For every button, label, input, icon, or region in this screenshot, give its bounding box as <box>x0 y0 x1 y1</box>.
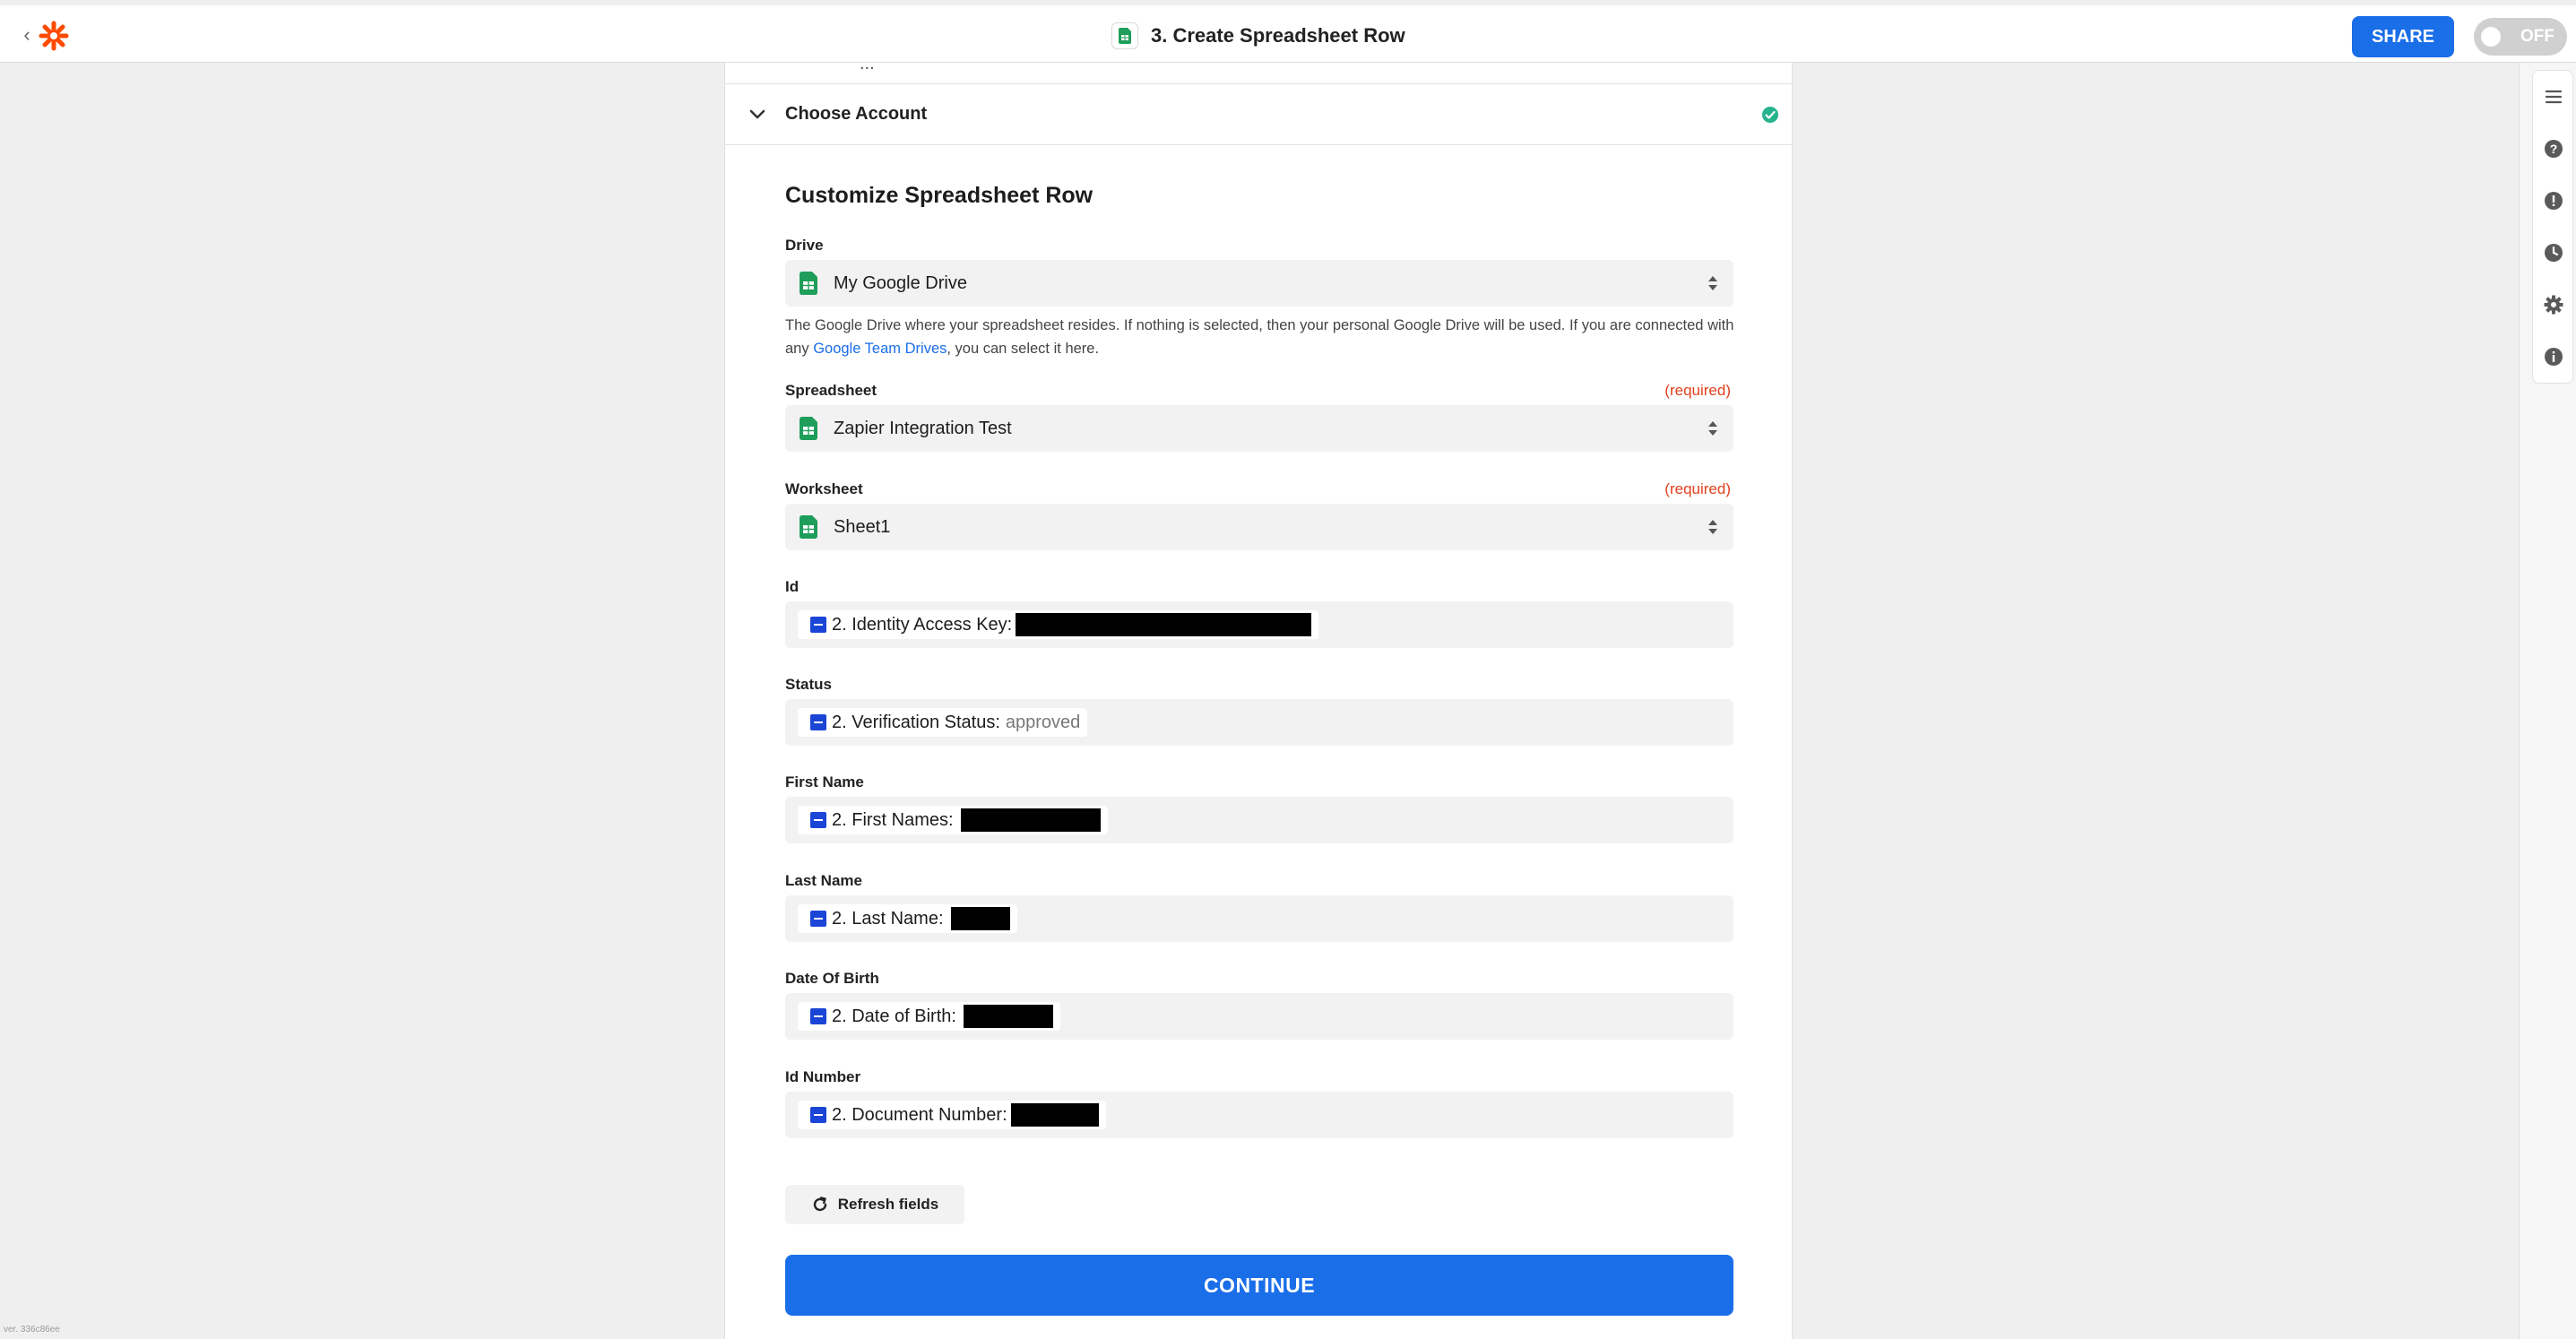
redacted-value <box>960 808 1101 832</box>
choose-account-label: Choose Account <box>785 104 928 124</box>
spreadsheet-select[interactable]: Zapier Integration Test <box>785 405 1733 452</box>
drive-help-text-end: , you can select it here. <box>947 341 1100 357</box>
alert-icon[interactable] <box>2533 175 2574 227</box>
drive-label: Drive <box>785 237 824 254</box>
select-arrows-icon <box>1708 520 1717 534</box>
section-title: Customize Spreadsheet Row <box>785 183 1094 208</box>
pill-label: 2. Date of Birth: <box>832 1006 956 1026</box>
google-sheets-icon <box>1111 22 1138 49</box>
mapped-field-pill[interactable]: 2. First Names: <box>798 806 1108 834</box>
spreadsheet-label: Spreadsheet <box>785 382 877 399</box>
id-field[interactable]: 2. Identity Access Key: <box>785 601 1733 648</box>
worksheet-value: Sheet1 <box>834 517 891 537</box>
spreadsheet-required-label: (required) <box>1664 382 1731 399</box>
previous-section-partial-text: ... <box>860 63 875 73</box>
google-team-drives-link[interactable]: Google Team Drives <box>813 341 947 357</box>
pill-label: 2. Document Number: <box>832 1104 1007 1125</box>
continue-button[interactable]: CONTINUE <box>785 1255 1733 1316</box>
date-of-birth-label: Date Of Birth <box>785 970 879 987</box>
refresh-fields-label: Refresh fields <box>837 1196 939 1213</box>
step-app-icon <box>810 812 826 828</box>
mapped-field-pill[interactable]: 2. Identity Access Key: <box>798 610 1319 639</box>
worksheet-select[interactable]: Sheet1 <box>785 504 1733 550</box>
pill-label: 2. Last Name: <box>832 908 944 929</box>
pill-label: 2. Identity Access Key: <box>832 614 1013 635</box>
svg-text:?: ? <box>2550 142 2558 156</box>
version-label: ver. 336c86ee <box>4 1325 60 1335</box>
id-number-label: Id Number <box>785 1068 861 1085</box>
chevron-down-icon <box>749 109 765 119</box>
sidebar-tools: ? <box>2532 70 2573 384</box>
pill-label: 2. Verification Status: <box>832 712 1000 732</box>
last-name-field[interactable]: 2. Last Name: <box>785 895 1733 942</box>
google-sheets-icon <box>800 417 817 440</box>
step-title: 3. Create Spreadsheet Row <box>1111 22 1405 50</box>
first-name-field[interactable]: 2. First Names: <box>785 797 1733 843</box>
step-app-icon <box>810 1008 826 1024</box>
top-bar: ‹ 3. Create Spreadsheet Row SHARE OFF <box>0 5 2576 63</box>
history-icon[interactable] <box>2533 227 2574 279</box>
redacted-value <box>963 1005 1053 1028</box>
status-label: Status <box>785 676 832 693</box>
zapier-logo[interactable] <box>38 20 70 52</box>
pill-sample-value: approved <box>1005 712 1081 732</box>
drive-value: My Google Drive <box>834 273 967 293</box>
mapped-field-pill[interactable]: 2. Document Number: <box>798 1101 1106 1129</box>
select-arrows-icon <box>1708 276 1717 290</box>
right-sidebar: ? <box>2519 63 2576 1339</box>
outline-icon[interactable] <box>2533 71 2574 123</box>
spreadsheet-value: Zapier Integration Test <box>834 419 1012 438</box>
check-circle-icon <box>1762 107 1778 123</box>
last-name-label: Last Name <box>785 872 862 889</box>
choose-account-section-header[interactable]: Choose Account <box>725 84 1792 145</box>
step-app-icon <box>810 1107 826 1123</box>
worksheet-required-label: (required) <box>1664 480 1731 497</box>
share-button[interactable]: SHARE <box>2352 16 2454 57</box>
step-app-icon <box>810 911 826 927</box>
drive-select[interactable]: My Google Drive <box>785 260 1733 307</box>
status-field[interactable]: 2. Verification Status: approved <box>785 699 1733 746</box>
chevron-left-icon[interactable]: ‹ <box>16 22 38 48</box>
refresh-icon <box>813 1196 826 1212</box>
help-icon[interactable]: ? <box>2533 123 2574 175</box>
zap-on-off-toggle[interactable]: OFF <box>2474 18 2567 56</box>
drive-help-text: The Google Drive where your spreadsheet … <box>785 314 1744 360</box>
redacted-value <box>1016 613 1312 636</box>
pill-label: 2. First Names: <box>832 809 954 830</box>
step-app-icon <box>810 617 826 633</box>
mapped-field-pill[interactable]: 2. Last Name: <box>798 904 1017 933</box>
date-of-birth-field[interactable]: 2. Date of Birth: <box>785 993 1733 1040</box>
page-title: 3. Create Spreadsheet Row <box>1151 24 1405 47</box>
continue-label: CONTINUE <box>1203 1273 1316 1297</box>
mapped-field-pill[interactable]: 2. Verification Status: approved <box>798 708 1088 737</box>
redacted-value <box>950 907 1010 930</box>
settings-icon[interactable] <box>2533 279 2574 331</box>
google-sheets-icon <box>800 515 817 539</box>
step-app-icon <box>810 714 826 730</box>
refresh-fields-button[interactable]: Refresh fields <box>785 1185 964 1224</box>
toggle-knob <box>2481 27 2501 47</box>
mapped-field-pill[interactable]: 2. Date of Birth: <box>798 1002 1060 1031</box>
id-number-field[interactable]: 2. Document Number: <box>785 1092 1733 1138</box>
previous-section-collapsed[interactable]: ... <box>725 63 1792 84</box>
step-editor-panel: ... Choose Account Customize Spreadsheet… <box>724 63 1793 1339</box>
toggle-label: OFF <box>2520 27 2554 46</box>
id-label: Id <box>785 578 800 595</box>
google-sheets-icon <box>800 272 817 295</box>
info-icon[interactable] <box>2533 331 2574 383</box>
first-name-label: First Name <box>785 773 864 790</box>
worksheet-label: Worksheet <box>785 480 863 497</box>
redacted-value <box>1010 1103 1099 1127</box>
select-arrows-icon <box>1708 421 1717 436</box>
